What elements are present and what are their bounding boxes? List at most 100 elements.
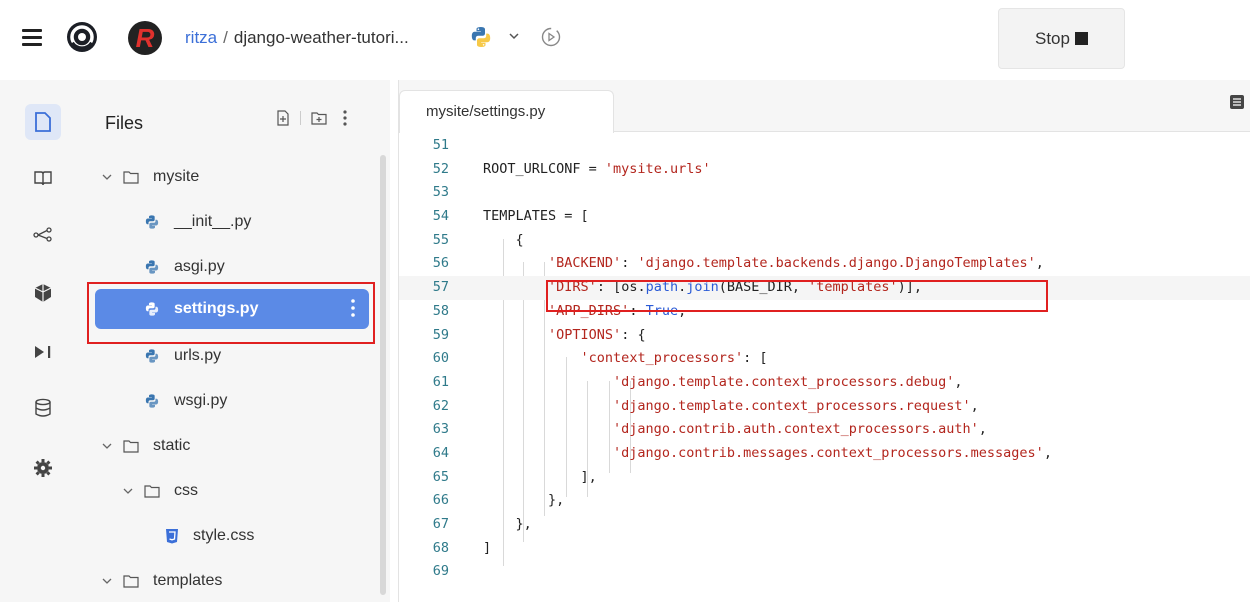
menu-icon[interactable] [22, 29, 42, 46]
folder-icon [123, 170, 139, 184]
line-number: 63 [432, 421, 449, 438]
line-number: 59 [432, 326, 449, 343]
line-number: 56 [432, 255, 449, 272]
line-code: 'django.contrib.auth.context_processors.… [613, 421, 987, 438]
code-line: 53 [399, 181, 1250, 205]
line-number: 65 [432, 468, 449, 485]
tree-label: style.css [193, 527, 255, 544]
breadcrumb-separator: / [223, 28, 228, 47]
debugger-icon[interactable] [25, 334, 61, 370]
history-icon[interactable] [540, 26, 562, 48]
sidebar-rail [0, 80, 80, 602]
tree-label: templates [153, 572, 223, 589]
line-code: 'context_processors': [ [580, 350, 768, 367]
code-area[interactable]: 51 52 ROOT_URLCONF = 'mysite.urls' 53 54 T… [399, 134, 1250, 584]
chevron-down-icon [101, 172, 115, 182]
code-line: 68] [399, 537, 1250, 561]
line-code: ROOT_URLCONF = 'mysite.urls' [483, 160, 711, 177]
code-line: 59 'OPTIONS': { [399, 324, 1250, 348]
folder-icon [144, 484, 160, 498]
python-icon [144, 393, 160, 409]
packages-icon[interactable] [25, 275, 61, 311]
line-code: }, [483, 516, 532, 532]
code-line: 62 'django.template.context_processors.r… [399, 395, 1250, 419]
line-number: 66 [432, 492, 449, 509]
dirs-highlight-box [546, 280, 1048, 312]
line-number: 53 [432, 184, 449, 201]
tree-label: wsgi.py [174, 392, 228, 409]
line-number: 62 [432, 397, 449, 414]
settings-icon[interactable] [25, 450, 61, 486]
tree-folder-mysite[interactable]: mysite [101, 158, 199, 196]
line-number: 57 [432, 279, 449, 296]
tree-label: urls.py [174, 347, 222, 364]
line-code: { [483, 231, 524, 248]
python-icon [144, 214, 160, 230]
line-number: 61 [432, 373, 449, 390]
line-code: 'BACKEND': 'django.template.backends.dja… [548, 255, 1044, 272]
avatar[interactable]: R [128, 21, 162, 55]
git-icon[interactable] [25, 216, 61, 252]
tab-settings-py[interactable]: mysite/settings.py [399, 90, 614, 133]
line-number: 60 [432, 350, 449, 367]
repl-name[interactable]: django-weather-tutori... [234, 28, 409, 47]
stop-label: Stop [1035, 28, 1070, 48]
line-number: 58 [432, 302, 449, 319]
tree-label: __init__.py [174, 213, 252, 230]
python-icon[interactable] [469, 25, 493, 49]
owner-link[interactable]: ritza [185, 28, 217, 47]
editor-menu-icon[interactable] [1229, 94, 1245, 110]
python-icon [144, 259, 160, 275]
settings-highlight-box [87, 282, 375, 344]
line-number: 52 [432, 160, 449, 177]
line-code: TEMPLATES = [ [483, 208, 589, 225]
code-line: 56 'BACKEND': 'django.template.backends.… [399, 252, 1250, 276]
tree-label: css [174, 482, 198, 499]
chevron-down-icon [101, 576, 115, 586]
new-file-icon[interactable] [276, 110, 290, 126]
code-line: 66 }, [399, 489, 1250, 513]
line-code: 'OPTIONS': { [548, 326, 646, 343]
line-code: 'django.template.context_processors.requ… [613, 397, 979, 414]
files-scrollbar[interactable] [380, 155, 386, 595]
stop-icon [1074, 32, 1088, 45]
code-line: 67 }, [399, 513, 1250, 537]
line-code: ] [483, 539, 492, 556]
book-icon[interactable] [25, 160, 61, 196]
files-icon[interactable] [25, 104, 61, 140]
line-code: 'django.contrib.messages.context_process… [613, 444, 1052, 461]
chevron-down-icon [122, 486, 136, 496]
files-title: Files [105, 113, 144, 133]
tree-file-style-css[interactable]: style.css [165, 517, 254, 555]
code-line: 52 ROOT_URLCONF = 'mysite.urls' [399, 158, 1250, 182]
tree-folder-css[interactable]: css [122, 472, 198, 510]
action-divider [300, 111, 301, 125]
more-icon[interactable] [343, 110, 347, 126]
tree-folder-templates[interactable]: templates [101, 562, 222, 600]
chevron-down-icon [101, 441, 115, 451]
chevron-down-icon[interactable] [508, 30, 520, 42]
breadcrumb: ritza / django-weather-tutori... [185, 28, 409, 48]
tree-label: asgi.py [174, 258, 225, 275]
code-editor[interactable]: mysite/settings.py 51 52 ROOT_URLCONF = '… [398, 80, 1250, 602]
line-number: 68 [432, 539, 449, 556]
tree-folder-static[interactable]: static [101, 427, 190, 465]
folder-icon [123, 574, 139, 588]
tree-file-init[interactable]: __init__.py [144, 203, 251, 241]
top-bar: R ritza / django-weather-tutori... Stop [0, 0, 1250, 80]
stop-button[interactable]: Stop [998, 8, 1125, 69]
line-number: 55 [432, 231, 449, 248]
line-number: 69 [432, 563, 449, 580]
line-number: 67 [432, 516, 449, 532]
database-icon[interactable] [25, 390, 61, 426]
line-number: 64 [432, 444, 449, 461]
new-folder-icon[interactable] [311, 111, 327, 125]
code-line: 61 'django.template.context_processors.d… [399, 371, 1250, 395]
python-icon [144, 348, 160, 364]
folder-icon [123, 439, 139, 453]
tree-file-asgi[interactable]: asgi.py [144, 248, 225, 286]
css-icon [165, 528, 179, 544]
line-code: 'django.template.context_processors.debu… [613, 373, 963, 390]
tree-file-wsgi[interactable]: wsgi.py [144, 382, 227, 420]
replit-logo-icon[interactable] [66, 21, 98, 53]
